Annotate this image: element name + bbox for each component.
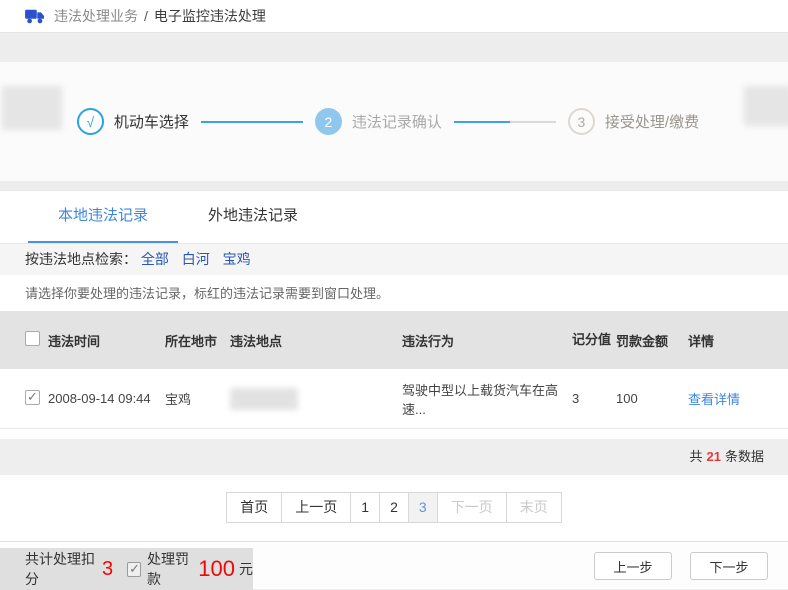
pagination-page-2[interactable]: 2: [379, 492, 409, 523]
next-step-button[interactable]: 下一步: [690, 552, 768, 580]
table-header-row: 违法时间 所在地市 违法地点 违法行为 记分值 罚款金额 详情: [0, 311, 788, 369]
notice-text: 请选择你要处理的违法记录，标红的违法记录需要到窗口处理。: [0, 275, 788, 311]
fine-label: 处理罚款: [147, 549, 198, 589]
score-value: 3: [102, 559, 113, 579]
redacted-location-blur: [230, 388, 298, 410]
step-label: 接受处理/缴费: [605, 111, 699, 132]
filter-link-all[interactable]: 全部: [141, 251, 169, 267]
process-summary-box: 共计处理扣分 3 处理罚款 100 元: [0, 548, 253, 590]
breadcrumb-section[interactable]: 违法处理业务: [54, 6, 138, 26]
header-fine: 罚款金额: [616, 331, 688, 350]
cell-fine: 100: [616, 391, 688, 406]
cell-violation-time: 2008-09-14 09:44: [48, 391, 165, 406]
step-check-icon: √: [77, 108, 104, 135]
step-connector: [201, 121, 303, 123]
cell-behavior: 驾驶中型以上载货汽车在高速...: [402, 380, 572, 418]
tab-local-records[interactable]: 本地违法记录: [28, 191, 178, 243]
header-violation-time: 违法时间: [48, 331, 165, 350]
step-vehicle-selection: √ 机动车选择: [77, 108, 201, 135]
pagination-page-1[interactable]: 1: [350, 492, 380, 523]
step-accept-payment: 3 接受处理/缴费: [568, 108, 711, 135]
pagination: 首页 上一页 1 2 3 下一页 末页: [0, 475, 788, 523]
header-behavior: 违法行为: [402, 331, 572, 350]
progress-stepper: √ 机动车选择 2 违法记录确认 3 接受处理/缴费: [0, 62, 788, 181]
header-city: 所在地市: [165, 331, 230, 350]
cell-location: [230, 388, 402, 410]
breadcrumb-separator: /: [144, 8, 148, 24]
pagination-prev-button[interactable]: 上一页: [281, 492, 351, 523]
filter-label: 按违法地点检索：: [25, 251, 137, 267]
cell-points: 3: [572, 389, 616, 409]
filter-link-baihe[interactable]: 白河: [182, 251, 210, 267]
fine-unit: 元: [239, 559, 253, 579]
truck-icon: [24, 7, 46, 25]
view-detail-link[interactable]: 查看详情: [688, 392, 740, 407]
header-location: 违法地点: [230, 331, 402, 350]
step-number: 2: [315, 108, 342, 135]
cell-city: 宝鸡: [165, 389, 230, 408]
select-all-checkbox[interactable]: [25, 331, 40, 346]
total-prefix: 共: [690, 449, 703, 464]
step-label: 违法记录确认: [352, 111, 442, 132]
score-label: 共计处理扣分: [25, 549, 102, 589]
step-number: 3: [568, 108, 595, 135]
stepper-panel: √ 机动车选择 2 违法记录确认 3 接受处理/缴费: [0, 62, 788, 181]
total-count-row: 共 21 条数据: [0, 439, 788, 475]
fine-value: 100: [198, 558, 235, 580]
step-label: 机动车选择: [114, 111, 189, 132]
tab-nonlocal-records[interactable]: 外地违法记录: [178, 191, 328, 243]
previous-step-button[interactable]: 上一步: [594, 552, 672, 580]
bottom-action-bar: 共计处理扣分 3 处理罚款 100 元 上一步 下一步: [0, 541, 788, 589]
record-tabs: 本地违法记录 外地违法记录: [0, 191, 788, 244]
pagination-last-button[interactable]: 末页: [506, 492, 562, 523]
spacer: [0, 429, 788, 439]
filter-link-baoji[interactable]: 宝鸡: [223, 251, 251, 267]
total-count: 21: [707, 449, 721, 464]
pagination-next-button[interactable]: 下一页: [437, 492, 507, 523]
header-detail: 详情: [688, 331, 788, 350]
content-panel: 本地违法记录 外地违法记录 按违法地点检索： 全部 白河 宝鸡 请选择你要处理的…: [0, 190, 788, 541]
wizard-actions: 上一步 下一步: [594, 552, 768, 580]
location-filter-row: 按违法地点检索： 全部 白河 宝鸡: [0, 244, 788, 275]
step-violation-confirm: 2 违法记录确认: [315, 108, 454, 135]
step-connector: [454, 121, 556, 123]
header-points: 记分值: [572, 330, 616, 350]
breadcrumb-bar: 违法处理业务 / 电子监控违法处理: [0, 0, 788, 33]
fine-checkbox[interactable]: [127, 562, 141, 577]
table-row: 2008-09-14 09:44 宝鸡 驾驶中型以上载货汽车在高速... 3 1…: [0, 369, 788, 429]
pagination-page-3-current[interactable]: 3: [408, 492, 438, 523]
pagination-first-button[interactable]: 首页: [226, 492, 282, 523]
total-suffix: 条数据: [725, 449, 764, 464]
row-checkbox[interactable]: [25, 390, 40, 405]
breadcrumb-page: 电子监控违法处理: [154, 6, 266, 26]
